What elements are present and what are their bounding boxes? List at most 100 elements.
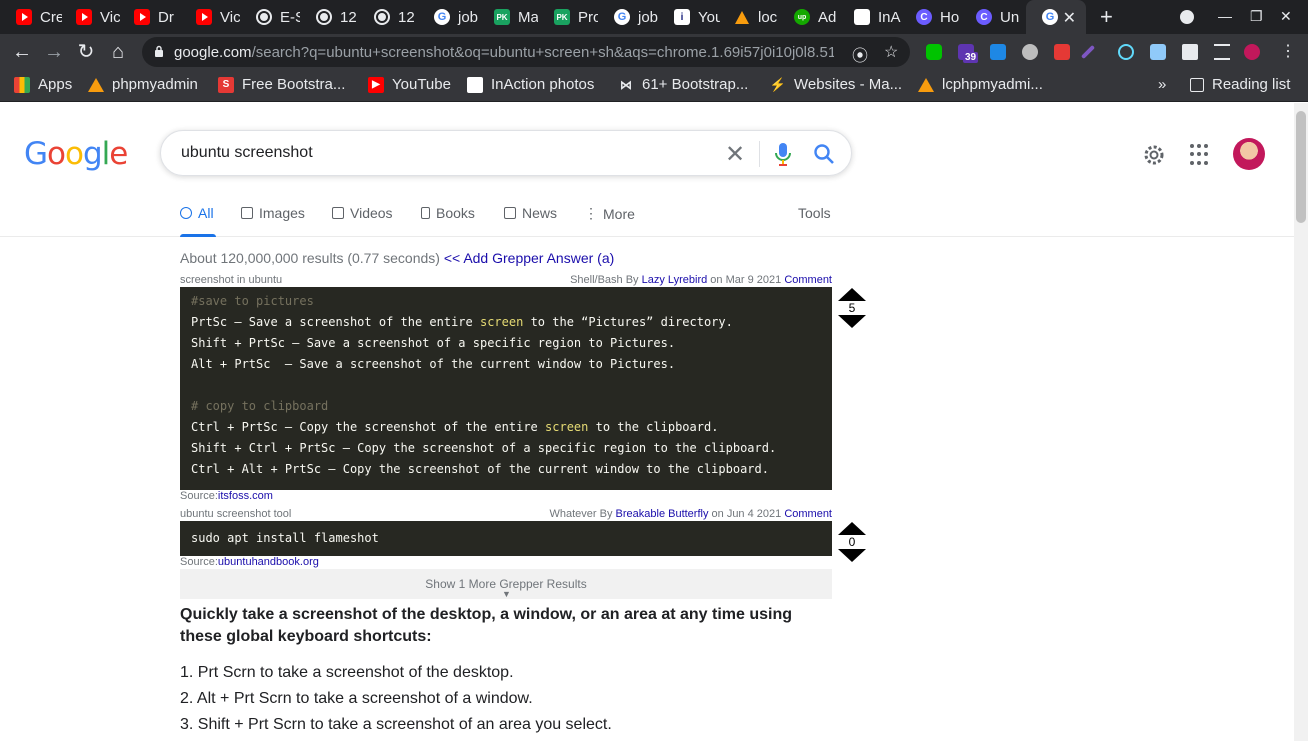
browser-tab[interactable]: Gjob xyxy=(418,0,478,34)
page-scrollbar[interactable] xyxy=(1294,103,1308,741)
google-apps-icon[interactable] xyxy=(1190,144,1212,166)
bookmarks-overflow-icon[interactable]: » xyxy=(1158,76,1166,93)
reading-list-button[interactable]: Reading list xyxy=(1190,76,1290,93)
bookmark-free-bootstrap[interactable]: S Free Bootstra... xyxy=(218,76,345,93)
downvote-icon[interactable] xyxy=(838,315,866,328)
tab-books[interactable]: Books xyxy=(421,205,475,221)
show-more-grepper-button[interactable]: Show 1 More Grepper Results ▼ xyxy=(180,569,832,599)
tab-search-icon[interactable] xyxy=(1180,10,1194,24)
reload-icon[interactable]: ↻ xyxy=(74,40,98,64)
close-window-icon[interactable]: ✕ xyxy=(1280,8,1292,25)
bookmark-lcphpmyadmin[interactable]: lcphpmyadmi... xyxy=(918,76,1043,93)
search-input[interactable]: ubuntu screenshot xyxy=(181,144,313,162)
grepper-source-link[interactable]: ubuntuhandbook.org xyxy=(218,556,319,568)
tab-images[interactable]: Images xyxy=(241,205,305,221)
browser-tab[interactable]: Cre xyxy=(0,0,62,34)
bookmark-youtube[interactable]: ▶ YouTube xyxy=(368,76,451,93)
bookmark-phpmyadmin[interactable]: phpmyadmin xyxy=(88,76,198,93)
list-number: 3. xyxy=(180,716,198,733)
search-box[interactable]: ubuntu screenshot ✕ xyxy=(160,130,852,176)
extension-icon[interactable] xyxy=(1054,44,1070,60)
browser-tab[interactable]: i You xyxy=(658,0,720,34)
browser-tab-active[interactable]: G ✕ xyxy=(1026,0,1086,34)
minimize-icon[interactable]: — xyxy=(1218,8,1232,24)
c-icon: C xyxy=(976,9,992,25)
bookmark-star-icon[interactable]: ☆ xyxy=(884,42,898,62)
grepper-code-block[interactable]: #save to pictures PrtSc – Save a screensh… xyxy=(180,287,832,490)
browser-tab[interactable]: PK Ma xyxy=(478,0,538,34)
browser-tab[interactable]: C Ho xyxy=(900,0,964,34)
line-extension-icon[interactable] xyxy=(926,44,942,60)
account-avatar[interactable] xyxy=(1233,138,1265,170)
browser-tab[interactable]: InA xyxy=(838,0,902,34)
bookmark-apps[interactable]: Apps xyxy=(14,76,72,93)
react-extension-icon[interactable] xyxy=(1118,44,1134,60)
bookmark-websites[interactable]: ⚡ Websites - Ma... xyxy=(770,76,902,93)
google-logo[interactable]: Google xyxy=(24,136,128,172)
add-grepper-answer-link[interactable]: << Add Grepper Answer (a) xyxy=(444,250,614,266)
browser-tab[interactable]: 12 xyxy=(358,0,418,34)
upvote-icon[interactable] xyxy=(838,288,866,301)
pen-extension-icon[interactable] xyxy=(1080,44,1096,60)
active-tab-indicator xyxy=(180,234,216,237)
bookmark-bootstrap[interactable]: ⋈ 61+ Bootstrap... xyxy=(618,76,748,93)
profile-avatar-icon[interactable] xyxy=(1244,44,1260,60)
search-icon[interactable] xyxy=(813,143,835,165)
grepper-source-link[interactable]: itsfoss.com xyxy=(218,490,273,502)
address-bar[interactable]: google.com/search?q=ubuntu+screenshot&oq… xyxy=(142,37,910,67)
browser-tab[interactable]: loc xyxy=(718,0,780,34)
lock-icon[interactable] xyxy=(154,45,164,57)
location-icon[interactable]: ⦿ xyxy=(852,42,868,66)
tools-button[interactable]: Tools xyxy=(798,205,831,221)
browser-tab[interactable]: Vic xyxy=(180,0,240,34)
list-item-text: Prt Scrn to take a screenshot of the des… xyxy=(197,664,514,681)
tab-label: Books xyxy=(436,205,475,221)
tab-more[interactable]: ⋮ More xyxy=(584,205,635,222)
tab-all[interactable]: All xyxy=(180,205,214,221)
scrollbar-thumb[interactable] xyxy=(1296,111,1306,223)
upvote-icon[interactable] xyxy=(838,522,866,535)
bookmark-inaction[interactable]: InAction photos xyxy=(467,76,594,93)
gear-icon[interactable] xyxy=(1142,143,1166,167)
close-tab-icon[interactable]: ✕ xyxy=(1063,8,1076,28)
grepper-code-block[interactable]: sudo apt install flameshot xyxy=(180,521,832,556)
doc-icon: i xyxy=(674,9,690,25)
youtube-icon: ▶ xyxy=(368,76,384,93)
browser-tab[interactable]: 12 xyxy=(300,0,360,34)
home-icon[interactable]: ⌂ xyxy=(106,40,130,64)
clear-search-icon[interactable]: ✕ xyxy=(725,140,745,169)
search-small-icon xyxy=(180,207,192,219)
fj-extension-icon[interactable] xyxy=(990,44,1006,60)
extension-icon[interactable] xyxy=(1150,44,1166,60)
back-icon[interactable]: ← xyxy=(10,40,34,64)
microphone-icon[interactable] xyxy=(775,142,791,166)
grepper-header: screenshot in ubuntu Shell/Bash By Lazy … xyxy=(180,274,832,288)
new-tab-button[interactable]: + xyxy=(1100,6,1113,28)
tab-videos[interactable]: Videos xyxy=(332,205,393,221)
grepper-author-link[interactable]: Breakable Butterfly xyxy=(616,508,709,520)
bookmark-label: phpmyadmin xyxy=(112,76,198,93)
url-text[interactable]: google.com/search?q=ubuntu+screenshot&oq… xyxy=(174,44,834,61)
browser-tab[interactable]: up Ad xyxy=(778,0,840,34)
tab-news[interactable]: News xyxy=(504,205,557,221)
tab-strip: Cre Vic Dr Vic E-S 12 12 Gjob PK Ma PK Pro… xyxy=(0,0,1308,34)
browser-tab[interactable]: Gjob xyxy=(598,0,658,34)
grepper-author-link[interactable]: Lazy Lyrebird xyxy=(642,274,708,286)
media-queue-icon[interactable] xyxy=(1214,44,1230,60)
browser-tab[interactable]: Dr xyxy=(118,0,178,34)
gear-extension-icon[interactable] xyxy=(1022,44,1038,60)
code-line: Ctrl + PrtSc – Copy the screenshot of th… xyxy=(191,420,719,434)
more-dots-icon: ⋮ xyxy=(584,205,598,221)
browser-tab[interactable]: E-S xyxy=(240,0,300,34)
browser-tab[interactable]: Vic xyxy=(60,0,120,34)
browser-tab[interactable]: PK Pro xyxy=(538,0,598,34)
grepper-comment-link[interactable]: Comment xyxy=(784,508,832,520)
browser-tab[interactable]: C Un xyxy=(960,0,1026,34)
grepper-comment-link[interactable]: Comment xyxy=(784,274,832,286)
restore-icon[interactable]: ❐ xyxy=(1250,8,1263,25)
forward-icon[interactable]: → xyxy=(42,40,66,64)
downvote-icon[interactable] xyxy=(838,549,866,562)
puzzle-icon[interactable] xyxy=(1182,44,1198,60)
tab-title: Vic xyxy=(220,8,240,26)
menu-dots-icon[interactable]: ⋮ xyxy=(1276,40,1300,64)
